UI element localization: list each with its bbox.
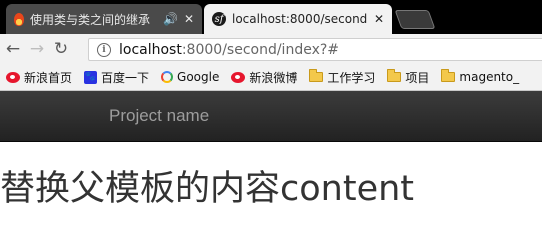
close-tab-icon[interactable]: ✕ bbox=[184, 12, 194, 26]
baidu-icon: 🐾 bbox=[84, 70, 98, 84]
bookmark-google[interactable]: Google bbox=[161, 70, 219, 84]
url-host: localhost bbox=[119, 41, 182, 58]
bookmark-folder-magento[interactable]: magento_ bbox=[441, 69, 520, 84]
bookmark-label: 项目 bbox=[405, 70, 430, 85]
bookmark-label: Google bbox=[177, 70, 220, 84]
folder-icon bbox=[441, 69, 456, 82]
back-button[interactable]: ← bbox=[2, 39, 24, 59]
bookmark-label: 百度一下 bbox=[101, 70, 150, 85]
info-icon[interactable]: i bbox=[97, 42, 111, 57]
close-tab-icon[interactable]: ✕ bbox=[374, 12, 384, 26]
bookmark-label: 工作学习 bbox=[327, 70, 376, 85]
audio-icon[interactable]: 🔊 bbox=[163, 12, 178, 26]
page-content: 替换父模板的内容content bbox=[0, 169, 415, 209]
tab-title: localhost:8000/second bbox=[232, 12, 368, 26]
bookmark-baidu[interactable]: 🐾 百度一下 bbox=[84, 69, 149, 86]
weibo-icon bbox=[231, 71, 246, 83]
url-path: :8000/second/index?# bbox=[181, 41, 340, 58]
bookmark-label: 新浪微博 bbox=[249, 70, 298, 85]
tab-strip: 使用类与类之间的继承 🔊 ✕ sf localhost:8000/second … bbox=[0, 0, 542, 34]
forward-button[interactable]: → bbox=[26, 39, 48, 59]
browser-toolbar: ← → ↻ i localhost:8000/second/index?# bbox=[0, 34, 542, 64]
symfony-icon: sf bbox=[212, 12, 226, 26]
tab-title: 使用类与类之间的继承 bbox=[30, 12, 151, 27]
tab-localhost[interactable]: sf localhost:8000/second ✕ bbox=[204, 4, 392, 34]
navbar-brand[interactable]: Project name bbox=[109, 106, 209, 126]
bookmark-sina-weibo[interactable]: 新浪微博 bbox=[231, 69, 297, 86]
google-icon bbox=[161, 71, 174, 83]
bookmark-label: magento_ bbox=[459, 70, 520, 84]
bookmark-folder-projects[interactable]: 项目 bbox=[387, 69, 429, 86]
folder-icon bbox=[387, 69, 402, 82]
reload-button[interactable]: ↻ bbox=[50, 39, 72, 59]
bookmark-folder-work-study[interactable]: 工作学习 bbox=[309, 69, 375, 86]
bookmark-sina-home[interactable]: 新浪首页 bbox=[6, 69, 72, 86]
folder-icon bbox=[309, 69, 324, 82]
fire-icon bbox=[14, 12, 24, 26]
bookmarks-bar: 新浪首页 🐾 百度一下 Google 新浪微博 工作学习 项目 magento_ bbox=[0, 64, 542, 91]
bookmark-label: 新浪首页 bbox=[24, 70, 73, 85]
weibo-icon bbox=[6, 71, 20, 83]
new-tab-button[interactable] bbox=[394, 10, 436, 29]
page-navbar: Project name bbox=[0, 91, 542, 142]
address-bar[interactable]: i localhost:8000/second/index?# bbox=[88, 38, 542, 61]
url-text[interactable]: localhost:8000/second/index?# bbox=[119, 42, 339, 58]
tab-inherit-classes[interactable]: 使用类与类之间的继承 🔊 ✕ bbox=[6, 4, 202, 34]
